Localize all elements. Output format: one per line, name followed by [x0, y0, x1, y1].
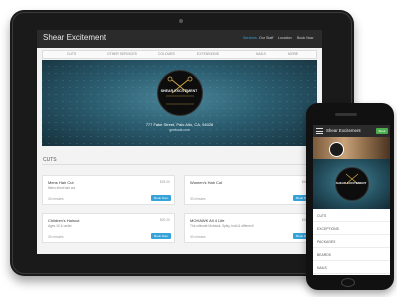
service-card: Children's Haircut Ages 10 & under 30 mi…: [42, 213, 175, 243]
service-name: Mens Hair Cut: [48, 180, 74, 185]
category-label: BEARDS: [317, 253, 331, 257]
phone-category-item[interactable]: NAILS: [313, 263, 390, 274]
tablet-camera: [179, 19, 183, 23]
tab-cuts[interactable]: CUTS: [67, 52, 76, 56]
salon-logo: [157, 70, 203, 116]
service-name: Women's Hair Cut: [190, 180, 223, 185]
salon-sign-image: [329, 142, 344, 157]
hamburger-menu-icon[interactable]: [316, 128, 323, 134]
service-card: Mens Hair Cut Mens short hair cut 30 min…: [42, 175, 175, 205]
service-duration: 30 minutes: [48, 235, 64, 239]
brand-title[interactable]: Shear Excitement: [43, 33, 106, 42]
phone-book-button[interactable]: Book: [376, 128, 388, 134]
phone-brand-title[interactable]: Shear Excitement: [326, 128, 361, 133]
tab-other-services[interactable]: OTHER SERVICES: [107, 52, 137, 56]
nav-services[interactable]: Services: [243, 36, 257, 40]
service-name: Children's Haircut: [48, 218, 80, 223]
salon-address: 777 Fake Street, Palo Alto, CA, 94026: [145, 122, 214, 127]
service-card: MOHAWK All 4 Life The ultimate Mohawk. S…: [184, 213, 317, 243]
category-bar: [42, 50, 317, 59]
service-description: Mens short hair cut: [48, 186, 76, 190]
service-price: $20.00: [160, 218, 170, 222]
salon-link[interactable]: genbook.com: [42, 128, 317, 132]
service-duration: 30 minutes: [190, 197, 206, 201]
service-description: Ages 10 & under: [48, 224, 72, 228]
service-duration: 30 minutes: [190, 235, 206, 239]
phone-home-button: [341, 278, 355, 287]
book-now-button[interactable]: Book Now: [151, 233, 171, 239]
category-label: EXCEPTIONS: [317, 227, 339, 231]
nav-our-staff[interactable]: Our Staff: [259, 36, 273, 40]
phone-screen: Shear Excitement Book SHEAR EXCITEMENT C…: [313, 125, 390, 275]
section-title: CUTS: [43, 157, 57, 163]
phone-logo-text: SHEAR EXCITEMENT: [335, 181, 367, 185]
section-divider: [42, 164, 317, 165]
service-price: $25.00: [160, 180, 170, 184]
nav-book-now[interactable]: Book Now: [297, 36, 313, 40]
phone-category-item[interactable]: BEARDS: [313, 250, 390, 261]
category-label: PACKAGES: [317, 240, 336, 244]
scissors-icon: [166, 76, 194, 105]
service-duration: 30 minutes: [48, 197, 64, 201]
service-name: MOHAWK All 4 Life: [190, 218, 225, 223]
tab-colours[interactable]: COLOURS: [158, 52, 175, 56]
service-description: The ultimate Mohawk. Spiky, bold & diffe…: [190, 224, 254, 228]
nav-location[interactable]: Location: [278, 36, 292, 40]
salon-photo: [313, 137, 390, 159]
tablet-screen: Shear Excitement Services Our Staff Loca…: [37, 30, 322, 254]
tab-nails[interactable]: NAILS: [256, 52, 266, 56]
phone-category-item[interactable]: PACKAGES: [313, 237, 390, 248]
tab-more[interactable]: MORE: [288, 52, 298, 56]
service-card: Women's Hair Cut 30 minutes $40.00 Book …: [184, 175, 317, 205]
phone-category-item[interactable]: CUTS: [313, 211, 390, 222]
category-label: NAILS: [317, 266, 327, 270]
book-now-button[interactable]: Book Now: [151, 195, 171, 201]
tab-extensions[interactable]: EXTENSIONS: [197, 52, 219, 56]
logo-text: SHEAR EXCITEMENT: [160, 89, 198, 93]
phone-category-item[interactable]: EXCEPTIONS: [313, 224, 390, 235]
phone-speaker: [335, 113, 357, 116]
phone-hero-banner: SHEAR EXCITEMENT: [313, 159, 390, 209]
category-label: CUTS: [317, 214, 327, 218]
hero-banner: SHEAR EXCITEMENT 777 Fake Street, Palo A…: [42, 60, 317, 146]
